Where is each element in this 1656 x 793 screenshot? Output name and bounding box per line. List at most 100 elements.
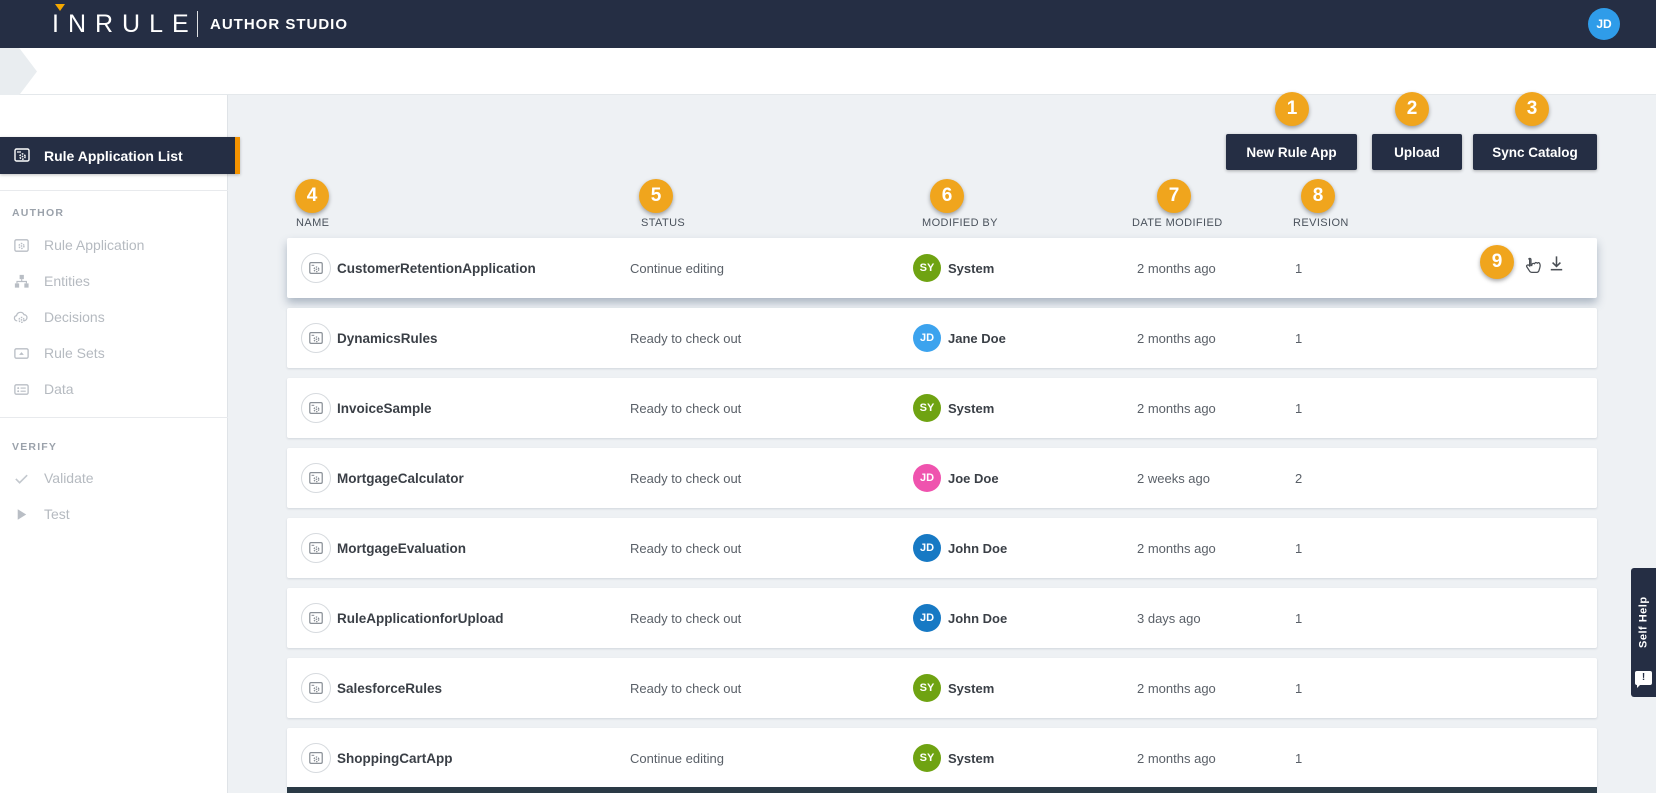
download-icon[interactable] (1547, 254, 1566, 273)
rule-app-icon (301, 533, 331, 563)
author-studio-app: INRULE AUTHOR STUDIO JD Rule Application… (0, 0, 1656, 793)
rule-app-status: Ready to check out (630, 588, 741, 648)
revision-number: 1 (1295, 728, 1302, 788)
column-header-date-modified: DATE MODIFIED (1132, 217, 1223, 229)
date-modified: 2 months ago (1137, 378, 1216, 438)
rule-application-icon (13, 237, 30, 254)
revision-number: 2 (1295, 448, 1302, 508)
bottom-scroll-bar[interactable] (287, 787, 1597, 793)
table-row[interactable]: InvoiceSample Ready to check out SY Syst… (287, 378, 1597, 438)
rule-application-list-icon (13, 146, 31, 164)
modified-by-name: System (948, 238, 994, 298)
table-row[interactable]: MortgageEvaluation Ready to check out JD… (287, 518, 1597, 578)
upload-button[interactable]: Upload (1372, 134, 1462, 170)
sidebar-item-label: Test (44, 506, 70, 522)
self-help-label: Self Help (1631, 576, 1656, 668)
rule-app-status: Ready to check out (630, 448, 741, 508)
table-row[interactable]: MortgageCalculator Ready to check out JD… (287, 448, 1597, 508)
date-modified: 2 months ago (1137, 658, 1216, 718)
rule-app-icon (301, 323, 331, 353)
sidebar-divider (0, 190, 228, 191)
rule-app-icon (301, 603, 331, 633)
top-bar: INRULE AUTHOR STUDIO JD (0, 0, 1656, 48)
modified-by-avatar: SY (913, 674, 941, 702)
sidebar-item-rule-application-list[interactable]: Rule Application List (0, 137, 240, 174)
rule-app-icon (301, 463, 331, 493)
new-rule-app-button[interactable]: New Rule App (1226, 134, 1357, 170)
revision-number: 1 (1295, 238, 1302, 298)
sidebar-item-label: Decisions (44, 309, 105, 325)
annotation-badge-3: 3 (1515, 92, 1549, 126)
revision-number: 1 (1295, 518, 1302, 578)
rule-app-status: Ready to check out (630, 658, 741, 718)
table-row[interactable]: CustomerRetentionApplication Continue ed… (287, 238, 1597, 298)
self-help-tab[interactable]: Self Help ! (1631, 568, 1656, 697)
rule-app-name: SalesforceRules (337, 658, 442, 718)
sidebar-item-label: Validate (44, 470, 94, 486)
date-modified: 2 weeks ago (1137, 448, 1210, 508)
table-row[interactable]: RuleApplicationforUpload Ready to check … (287, 588, 1597, 648)
sidebar-item-rule-application[interactable]: Rule Application (0, 227, 228, 263)
column-header-name: NAME (296, 217, 329, 229)
sidebar-item-validate[interactable]: Validate (0, 460, 228, 496)
annotation-badge-4: 4 (295, 179, 329, 213)
modified-by-avatar: JD (913, 534, 941, 562)
sidebar-item-label: Rule Sets (44, 345, 105, 361)
sidebar: Rule Application List AUTHOR Rule Applic… (0, 95, 228, 793)
product-title: AUTHOR STUDIO (210, 16, 348, 33)
test-play-icon (13, 506, 30, 523)
sidebar-selected-label: Rule Application List (44, 148, 183, 164)
date-modified: 2 months ago (1137, 308, 1216, 368)
rule-app-status: Ready to check out (630, 308, 741, 368)
sync-catalog-button[interactable]: Sync Catalog (1473, 134, 1597, 170)
sidebar-section-verify: VERIFY (12, 441, 57, 453)
modified-by-name: John Doe (948, 518, 1007, 578)
table-row[interactable]: DynamicsRules Ready to check out JD Jane… (287, 308, 1597, 368)
rule-app-icon (301, 393, 331, 423)
rule-app-icon (301, 673, 331, 703)
annotation-badge-5: 5 (639, 179, 673, 213)
entities-icon (13, 273, 30, 290)
rule-sets-icon (13, 345, 30, 362)
rule-app-status: Ready to check out (630, 378, 741, 438)
annotation-badge-2: 2 (1395, 92, 1429, 126)
cursor-hand-icon (1521, 254, 1544, 278)
revision-number: 1 (1295, 378, 1302, 438)
sidebar-item-label: Rule Application (44, 237, 144, 253)
sidebar-item-label: Entities (44, 273, 90, 289)
sidebar-item-decisions[interactable]: Decisions (0, 299, 228, 335)
revision-number: 1 (1295, 658, 1302, 718)
rule-app-status: Continue editing (630, 238, 724, 298)
modified-by-name: Joe Doe (948, 448, 999, 508)
feedback-bubble-icon: ! (1635, 671, 1652, 685)
date-modified: 2 months ago (1137, 238, 1216, 298)
rule-app-icon (301, 743, 331, 773)
sidebar-item-rule-sets[interactable]: Rule Sets (0, 335, 228, 371)
revision-number: 1 (1295, 308, 1302, 368)
modified-by-name: John Doe (948, 588, 1007, 648)
modified-by-name: System (948, 658, 994, 718)
date-modified: 2 months ago (1137, 518, 1216, 578)
annotation-badge-6: 6 (930, 179, 964, 213)
sidebar-item-test[interactable]: Test (0, 496, 228, 532)
table-row[interactable]: SalesforceRules Ready to check out SY Sy… (287, 658, 1597, 718)
rule-app-name: InvoiceSample (337, 378, 432, 438)
column-header-status: STATUS (641, 217, 685, 229)
sidebar-item-data[interactable]: Data (0, 371, 228, 407)
table-row[interactable]: ShoppingCartApp Continue editing SY Syst… (287, 728, 1597, 788)
annotation-badge-1: 1 (1275, 92, 1309, 126)
brand-divider (197, 11, 198, 37)
rule-app-name: MortgageCalculator (337, 448, 464, 508)
date-modified: 3 days ago (1137, 588, 1201, 648)
date-modified: 2 months ago (1137, 728, 1216, 788)
data-icon (13, 381, 30, 398)
annotation-badge-9: 9 (1480, 245, 1514, 279)
breadcrumb-chevron-icon (0, 48, 37, 95)
annotation-badge-8: 8 (1301, 179, 1335, 213)
modified-by-name: Jane Doe (948, 308, 1006, 368)
revision-number: 1 (1295, 588, 1302, 648)
sidebar-section-author: AUTHOR (12, 207, 64, 219)
user-avatar[interactable]: JD (1588, 8, 1620, 40)
modified-by-name: System (948, 728, 994, 788)
sidebar-item-entities[interactable]: Entities (0, 263, 228, 299)
